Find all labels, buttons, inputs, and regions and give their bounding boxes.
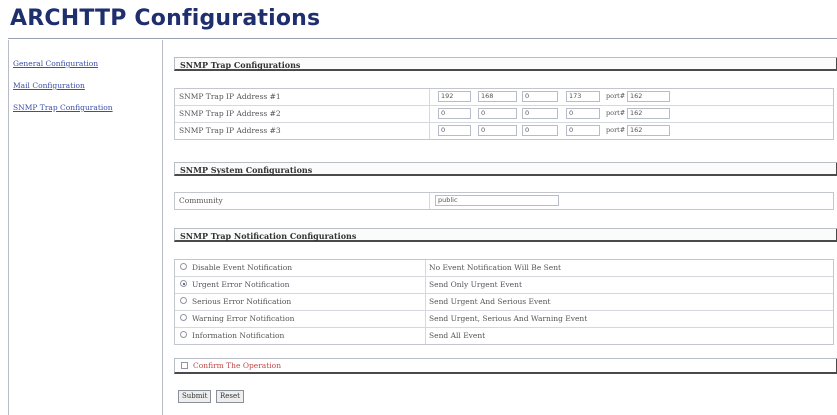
trap-ip-row-3: SNMP Trap IP Address #3 0 0 0 0 port# 16… <box>175 123 833 139</box>
notification-option-description: No Event Notification Will Be Sent <box>429 263 562 272</box>
confirm-operation-row: Confirm The Operation <box>174 358 837 374</box>
snmp-system-table: Community public <box>174 192 834 210</box>
serious-error-notification-radio[interactable] <box>180 297 187 304</box>
trap-ip3-octet2-input[interactable]: 0 <box>478 125 517 136</box>
notification-option-label: Warning Error Notification <box>192 314 295 323</box>
notification-option-row[interactable]: Information Notification Send All Event <box>175 328 833 344</box>
submit-button[interactable]: Submit <box>178 390 211 403</box>
community-input[interactable]: public <box>435 195 559 206</box>
notification-option-row[interactable]: Warning Error Notification Send Urgent, … <box>175 311 833 328</box>
trap-port2-input[interactable]: 162 <box>627 108 670 119</box>
disable-notification-radio[interactable] <box>180 263 187 270</box>
trap-ip2-octet1-input[interactable]: 0 <box>438 108 471 119</box>
port-label-2: port# <box>606 109 626 117</box>
notification-option-description: Send All Event <box>429 331 486 340</box>
trap-ip-row-1: SNMP Trap IP Address #1 192 168 0 173 po… <box>175 89 833 106</box>
confirm-operation-checkbox[interactable] <box>181 362 188 369</box>
notification-section-header: SNMP Trap Notification Configurations <box>174 228 837 242</box>
notification-option-label: Serious Error Notification <box>192 297 292 306</box>
snmp-trap-section-header: SNMP Trap Configurations <box>174 57 837 71</box>
port-label-3: port# <box>606 126 626 134</box>
trap-ip1-octet3-input[interactable]: 0 <box>522 91 558 102</box>
confirm-operation-label: Confirm The Operation <box>193 361 282 370</box>
notification-option-row[interactable]: Serious Error Notification Send Urgent A… <box>175 294 833 311</box>
notification-option-row[interactable]: Urgent Error Notification Send Only Urge… <box>175 277 833 294</box>
trap-ip-row-2: SNMP Trap IP Address #2 0 0 0 0 port# 16… <box>175 106 833 123</box>
trap-port3-input[interactable]: 162 <box>627 125 670 136</box>
trap-ip-label-1: SNMP Trap IP Address #1 <box>179 92 281 101</box>
notification-table: Disable Event Notification No Event Noti… <box>174 259 834 345</box>
notification-option-row[interactable]: Disable Event Notification No Event Noti… <box>175 260 833 277</box>
sidebar-item-mail-configuration[interactable]: Mail Configuration <box>13 81 162 90</box>
header-divider <box>8 38 837 39</box>
sidebar-item-general-configuration[interactable]: General Configuration <box>13 59 162 68</box>
notification-option-description: Send Urgent, Serious And Warning Event <box>429 314 588 323</box>
notification-option-description: Send Urgent And Serious Event <box>429 297 551 306</box>
trap-ip1-octet2-input[interactable]: 168 <box>478 91 517 102</box>
trap-ip3-octet4-input[interactable]: 0 <box>566 125 600 136</box>
notification-option-label: Disable Event Notification <box>192 263 293 272</box>
trap-ip-label-3: SNMP Trap IP Address #3 <box>179 126 281 135</box>
trap-ip2-octet2-input[interactable]: 0 <box>478 108 517 119</box>
snmp-trap-table: SNMP Trap IP Address #1 192 168 0 173 po… <box>174 88 834 140</box>
urgent-error-notification-radio[interactable] <box>180 280 187 287</box>
trap-ip1-octet1-input[interactable]: 192 <box>438 91 471 102</box>
reset-button[interactable]: Reset <box>216 390 244 403</box>
trap-ip2-octet3-input[interactable]: 0 <box>522 108 558 119</box>
trap-ip1-octet4-input[interactable]: 173 <box>566 91 600 102</box>
trap-ip3-octet3-input[interactable]: 0 <box>522 125 558 136</box>
community-label: Community <box>179 196 223 205</box>
notification-option-label: Urgent Error Notification <box>192 280 290 289</box>
snmp-system-section-header: SNMP System Configurations <box>174 162 837 176</box>
warning-error-notification-radio[interactable] <box>180 314 187 321</box>
page-title: ARCHTTP Configurations <box>10 6 321 31</box>
sidebar-item-snmp-trap-configuration[interactable]: SNMP Trap Configuration <box>13 103 162 112</box>
information-notification-radio[interactable] <box>180 331 187 338</box>
community-row: Community public <box>175 193 833 209</box>
notification-option-label: Information Notification <box>192 331 285 340</box>
sidebar: General Configuration Mail Configuration… <box>8 40 163 415</box>
trap-ip-label-2: SNMP Trap IP Address #2 <box>179 109 281 118</box>
port-label-1: port# <box>606 92 626 100</box>
notification-option-description: Send Only Urgent Event <box>429 280 522 289</box>
trap-port1-input[interactable]: 162 <box>627 91 670 102</box>
trap-ip2-octet4-input[interactable]: 0 <box>566 108 600 119</box>
trap-ip3-octet1-input[interactable]: 0 <box>438 125 471 136</box>
